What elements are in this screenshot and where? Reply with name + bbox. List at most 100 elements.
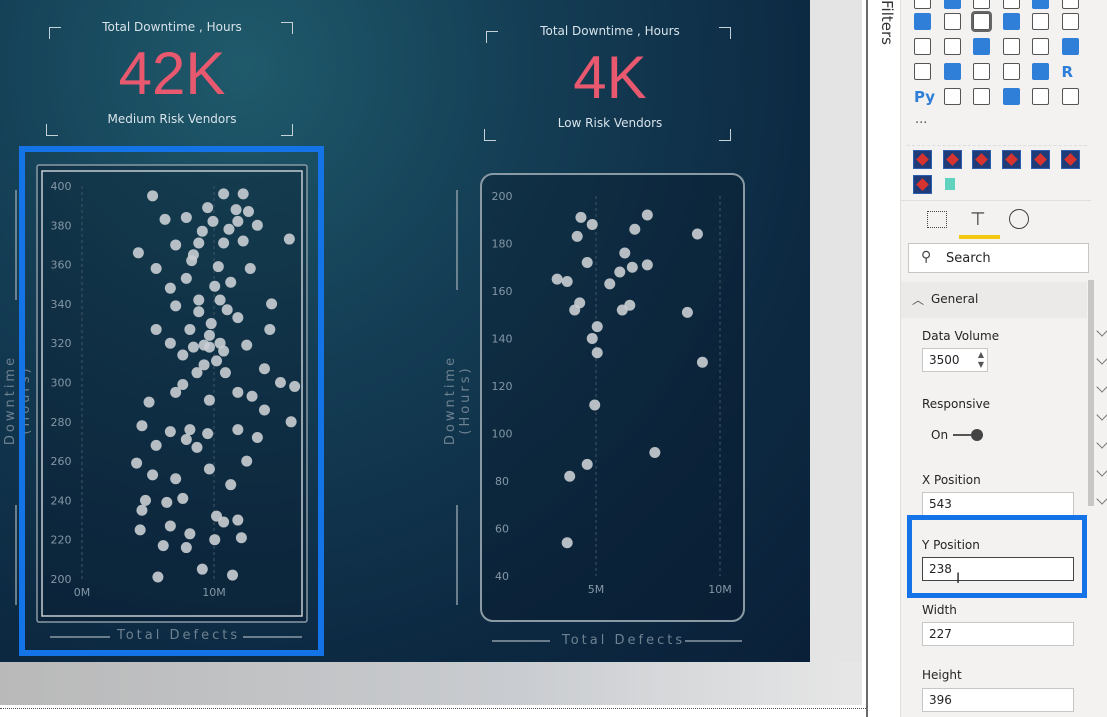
- custom-visual-icon[interactable]: [913, 175, 932, 194]
- visual-type-icon[interactable]: [1032, 88, 1049, 105]
- data-point: [619, 247, 631, 259]
- visual-type-icon[interactable]: [943, 88, 961, 105]
- spinner-icon[interactable]: ▲ ▼: [978, 350, 984, 370]
- fields-tab-icon[interactable]: [927, 211, 947, 228]
- section-general-header[interactable]: ︿ General: [901, 282, 1087, 318]
- visual-type-icon[interactable]: [1002, 63, 1020, 80]
- custom-visual-icon[interactable]: [1060, 150, 1080, 169]
- y-tick-label: 100: [492, 428, 513, 441]
- y-tick-label: 120: [492, 380, 513, 393]
- filters-pane-collapsed[interactable]: Filters: [870, 0, 900, 717]
- active-tab-underline: [959, 235, 1000, 239]
- custom-visual-icon[interactable]: [1001, 150, 1021, 169]
- data-point: [551, 273, 563, 285]
- visual-type-icon[interactable]: [914, 63, 931, 80]
- report-page: Total Downtime , Hours 42K Medium Risk V…: [0, 0, 810, 662]
- visual-type-icon[interactable]: [1002, 88, 1020, 105]
- data-volume-label: Data Volume: [922, 329, 1000, 343]
- x-tick-label: 10M: [708, 583, 732, 596]
- y-position-label: Y Position: [922, 538, 980, 552]
- text-cursor-icon: I: [956, 571, 961, 587]
- custom-visual-icon[interactable]: [1031, 150, 1050, 169]
- y-tick-label: 160: [492, 285, 513, 298]
- visual-type-icon[interactable]: [1032, 0, 1049, 9]
- search-input[interactable]: ⚲ Search: [908, 243, 1089, 273]
- chevron-up-icon: ︿: [912, 293, 925, 307]
- data-point: [629, 223, 641, 235]
- x-position-input[interactable]: 543: [922, 492, 1074, 516]
- responsive-state: On: [931, 428, 949, 442]
- visual-type-icon[interactable]: [1002, 13, 1020, 30]
- responsive-toggle[interactable]: [953, 429, 983, 441]
- visual-type-icon[interactable]: [1061, 0, 1079, 9]
- visual-type-icon[interactable]: [973, 0, 990, 9]
- divider: [901, 200, 1091, 201]
- analytics-tab-icon[interactable]: [1009, 209, 1029, 229]
- visual-type-icon[interactable]: [914, 13, 931, 30]
- data-point: [561, 276, 573, 287]
- data-point: [564, 470, 576, 482]
- data-point: [616, 304, 628, 316]
- data-point: [591, 347, 603, 359]
- y-tick-label: 200: [492, 190, 513, 203]
- visual-type-icon[interactable]: [1002, 38, 1020, 55]
- visual-type-icon[interactable]: [943, 63, 961, 80]
- custom-visual-icon[interactable]: [913, 150, 932, 169]
- height-label: Height: [922, 668, 962, 682]
- data-point: [586, 219, 598, 230]
- x-axis-title: Total Defects: [562, 633, 686, 648]
- plot-frame: [480, 173, 745, 622]
- visual-type-icon[interactable]: [914, 38, 931, 55]
- format-paint-roller-icon[interactable]: ⊤: [970, 209, 986, 230]
- width-label: Width: [922, 603, 957, 617]
- responsive-label: Responsive: [922, 397, 991, 411]
- filters-label: Filters: [878, 0, 896, 45]
- visual-type-icon[interactable]: [973, 63, 990, 80]
- search-placeholder: Search: [946, 251, 991, 266]
- data-point: [561, 537, 573, 549]
- visual-type-icon[interactable]: [1061, 88, 1079, 105]
- data-volume-value: 3500: [929, 353, 960, 367]
- selected-visual-highlight[interactable]: [19, 146, 324, 656]
- visual-type-icon[interactable]: [943, 0, 961, 9]
- data-point: [696, 356, 708, 368]
- width-input[interactable]: 227: [922, 622, 1074, 646]
- custom-visual-icon[interactable]: [942, 150, 962, 169]
- scrollbar-thumb[interactable]: [1088, 280, 1094, 506]
- visual-type-icon[interactable]: [1032, 63, 1049, 80]
- custom-visual-icon[interactable]: [972, 150, 991, 169]
- y-tick-label: 180: [492, 238, 513, 251]
- visual-type-icon[interactable]: [1032, 13, 1049, 30]
- custom-bar-visual-icon[interactable]: [945, 178, 961, 190]
- page-border: [0, 708, 866, 709]
- data-point: [641, 259, 653, 271]
- data-volume-stepper[interactable]: 3500 ▲ ▼: [922, 348, 988, 372]
- height-input[interactable]: 396: [922, 688, 1074, 712]
- r-visual-icon[interactable]: R: [1062, 63, 1074, 81]
- more-visuals-button[interactable]: ...: [915, 112, 927, 127]
- x-position-label: X Position: [922, 473, 981, 487]
- y-tick-label: 40: [495, 570, 509, 583]
- visual-type-icon[interactable]: [973, 88, 990, 105]
- visual-type-icon[interactable]: [943, 38, 961, 55]
- data-point: [581, 458, 593, 470]
- data-point: [626, 261, 638, 273]
- y-axis-title: Downtime (Hours): [443, 354, 473, 446]
- data-point: [575, 211, 587, 223]
- python-visual-icon[interactable]: Py: [914, 88, 935, 106]
- y-position-input[interactable]: 238: [922, 557, 1074, 581]
- y-tick-label: 80: [495, 475, 509, 488]
- visual-type-icon[interactable]: [971, 11, 992, 32]
- data-point: [569, 304, 581, 316]
- visual-type-icon[interactable]: [1061, 13, 1079, 30]
- visual-type-icon[interactable]: [1061, 38, 1079, 55]
- canvas-background: [0, 662, 862, 705]
- search-icon: ⚲: [921, 249, 932, 265]
- visualizations-pane: R Py ... ⊤ ⚲ Search ︿ General Data Volume…: [900, 0, 1107, 717]
- visual-type-icon[interactable]: [943, 13, 961, 30]
- pane-divider[interactable]: [866, 0, 868, 717]
- visual-type-icon[interactable]: [973, 38, 990, 55]
- visual-type-icon[interactable]: [1002, 0, 1020, 9]
- visual-type-icon[interactable]: [914, 0, 931, 9]
- visual-type-icon[interactable]: [1032, 38, 1049, 55]
